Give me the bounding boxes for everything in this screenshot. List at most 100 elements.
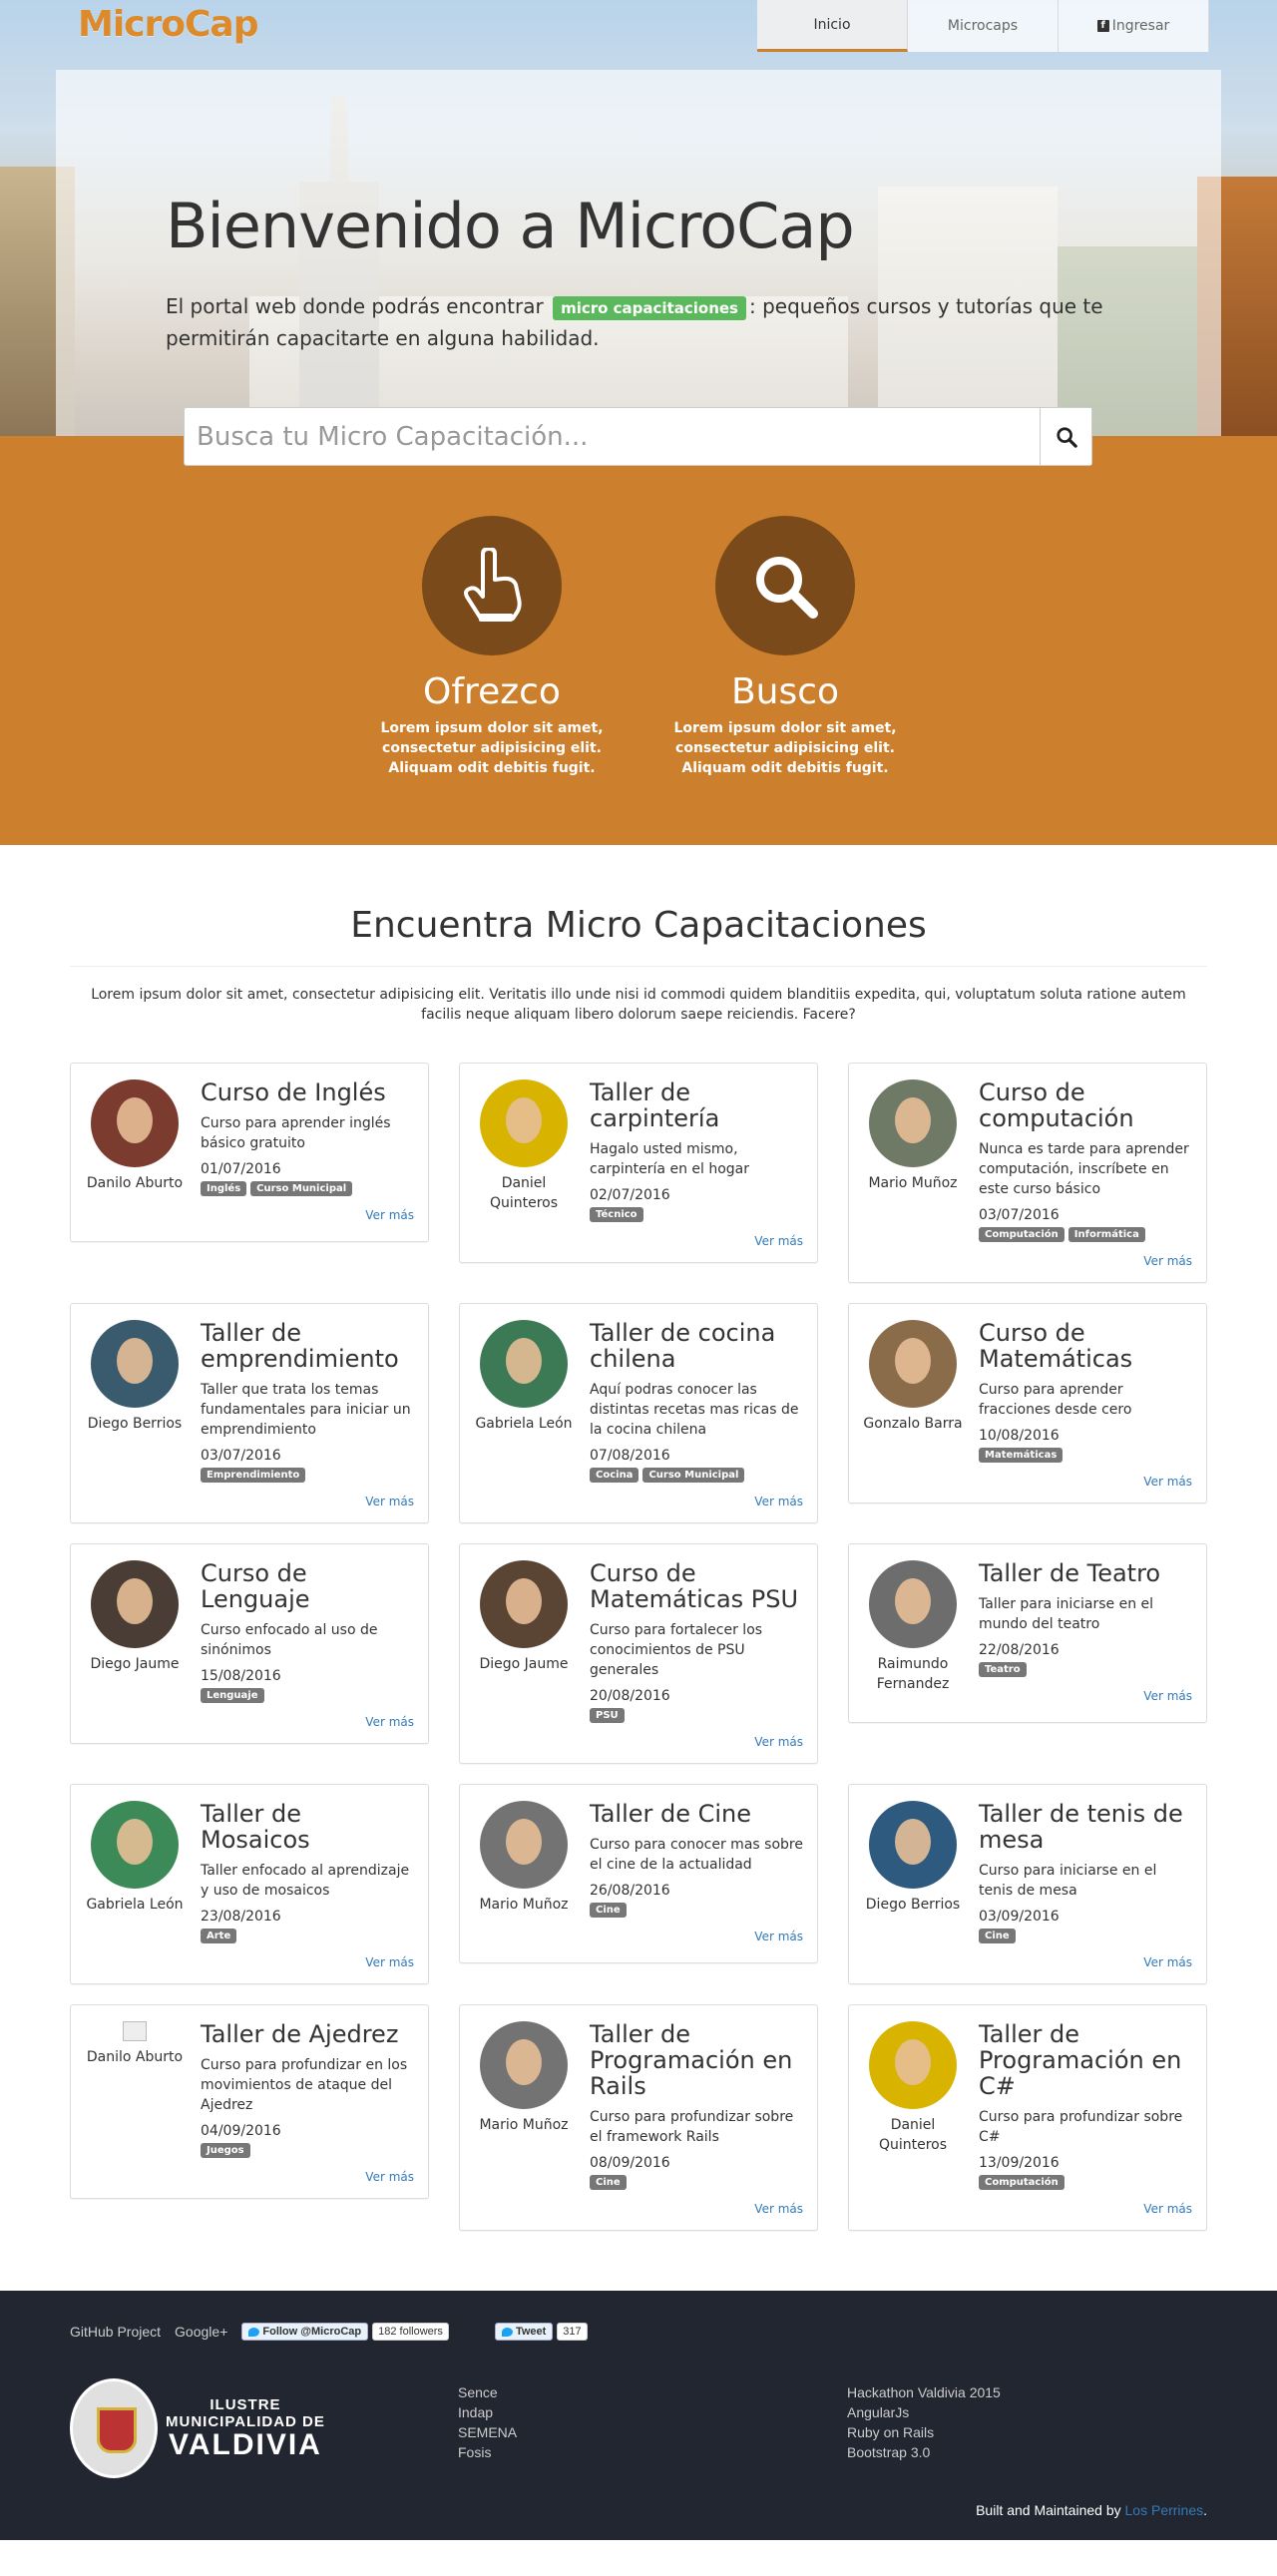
tag-badge: Teatro: [979, 1662, 1027, 1677]
courses-section: Encuentra Micro Capacitaciones Lorem ips…: [0, 845, 1277, 2291]
tag-badge: Matemáticas: [979, 1448, 1064, 1463]
course-title[interactable]: Taller de emprendimiento: [201, 1320, 414, 1372]
tag-badge: Lenguaje: [201, 1688, 264, 1703]
ver-mas-link[interactable]: Ver más: [979, 1475, 1192, 1489]
search-button[interactable]: [1040, 408, 1091, 465]
course-title[interactable]: Taller de Cine: [590, 1801, 803, 1827]
tag-badge: Curso Municipal: [250, 1181, 353, 1196]
course-title[interactable]: Curso de Lenguaje: [201, 1560, 414, 1612]
ver-mas-link[interactable]: Ver más: [979, 1689, 1192, 1703]
footer-link[interactable]: Indap: [458, 2402, 517, 2422]
nav-tab-inicio[interactable]: Inicio: [757, 0, 908, 52]
footer-link[interactable]: SEMENA: [458, 2422, 517, 2442]
course-card[interactable]: Diego Jaume Curso de Matemáticas PSU Curso…: [459, 1543, 818, 1764]
google-plus-link[interactable]: Google+: [175, 2324, 227, 2340]
footer-link[interactable]: AngularJs: [847, 2402, 1001, 2422]
course-description: Taller que trata los temas fundamentales…: [201, 1382, 411, 1438]
course-card[interactable]: Raimundo Fernandez Taller de Teatro Taller…: [848, 1543, 1207, 1723]
course-card[interactable]: Daniel Quinteros Taller de Programación e…: [848, 2004, 1207, 2231]
course-author: Danilo Aburto: [85, 1079, 185, 1227]
municipality-logo[interactable]: ILUSTRE MUNICIPALIDAD DE VALDIVIA: [70, 2378, 325, 2478]
twitter-follow-button[interactable]: Follow @MicroCap: [241, 2323, 369, 2341]
footer-link[interactable]: Hackathon Valdivia 2015: [847, 2382, 1001, 2402]
course-title[interactable]: Curso de Inglés: [201, 1079, 414, 1105]
course-info: Curso de Matemáticas PSU Curso para forta…: [590, 1560, 803, 1749]
feature-ofrezco[interactable]: Ofrezco Lorem ipsum dolor sit amet, cons…: [372, 516, 612, 778]
course-date: 22/08/2016: [979, 1642, 1060, 1658]
course-card[interactable]: Gabriela León Taller de cocina chilena Aqu…: [459, 1303, 818, 1523]
footer-link[interactable]: Ruby on Rails: [847, 2422, 1001, 2442]
avatar: [869, 1079, 957, 1167]
course-card[interactable]: Mario Muñoz Curso de computación Nunca es …: [848, 1063, 1207, 1283]
course-author: Gonzalo Barra: [863, 1320, 963, 1489]
tag-badge: Cine: [979, 1929, 1016, 1943]
footer-link[interactable]: Bootstrap 3.0: [847, 2442, 1001, 2462]
ver-mas-link[interactable]: Ver más: [590, 1930, 803, 1943]
course-card[interactable]: Daniel Quinteros Taller de carpintería Hag…: [459, 1063, 818, 1263]
author-name: Diego Jaume: [479, 1656, 569, 1672]
course-title[interactable]: Curso de Matemáticas: [979, 1320, 1192, 1372]
course-tags: Computación: [979, 2175, 1192, 2190]
ver-mas-link[interactable]: Ver más: [590, 1495, 803, 1508]
course-title[interactable]: Taller de Mosaicos: [201, 1801, 414, 1853]
course-card[interactable]: Danilo Aburto Taller de Ajedrez Curso para…: [70, 2004, 429, 2199]
course-title[interactable]: Taller de carpintería: [590, 1079, 803, 1131]
course-author: Diego Berrios: [863, 1801, 963, 1969]
course-card[interactable]: Mario Muñoz Taller de Programación en Rai…: [459, 2004, 818, 2231]
author-name: Danilo Aburto: [86, 2049, 184, 2065]
course-title[interactable]: Curso de computación: [979, 1079, 1192, 1131]
course-title[interactable]: Taller de Programación en C#: [979, 2021, 1192, 2099]
tag-badge: Informática: [1067, 1227, 1145, 1242]
course-card[interactable]: Diego Berrios Taller de tenis de mesa Curs…: [848, 1784, 1207, 1984]
tweet-button[interactable]: Tweet: [494, 2323, 554, 2341]
nav-tab-microcaps[interactable]: Microcaps: [908, 0, 1059, 52]
ver-mas-link[interactable]: Ver más: [590, 1735, 803, 1749]
course-card[interactable]: Danilo Aburto Curso de Inglés Curso para a…: [70, 1063, 429, 1242]
course-date: 08/09/2016: [590, 2155, 670, 2171]
hero-highlight-badge: micro capacitaciones: [553, 296, 746, 320]
avatar: [91, 1079, 179, 1167]
twitter-bird-icon: [501, 2327, 513, 2337]
course-card[interactable]: Gabriela León Taller de Mosaicos Taller en…: [70, 1784, 429, 1984]
footer: GitHub Project Google+ Follow @MicroCap …: [0, 2291, 1277, 2540]
course-card[interactable]: Diego Berrios Taller de emprendimiento Tal…: [70, 1303, 429, 1523]
course-card[interactable]: Gonzalo Barra Curso de Matemáticas Curso p…: [848, 1303, 1207, 1503]
built-by: Built and Maintained by Los Perrines.: [976, 2502, 1207, 2518]
feature-busco[interactable]: Busco Lorem ipsum dolor sit amet, consec…: [665, 516, 905, 778]
ver-mas-link[interactable]: Ver más: [201, 1715, 414, 1729]
github-link[interactable]: GitHub Project: [70, 2324, 161, 2340]
course-title[interactable]: Taller de Programación en Rails: [590, 2021, 803, 2099]
ver-mas-link[interactable]: Ver más: [201, 1208, 414, 1222]
hero-title: Bienvenido a MicroCap: [166, 190, 855, 262]
course-title[interactable]: Curso de Matemáticas PSU: [590, 1560, 803, 1612]
nav-tab-ingresar[interactable]: f Ingresar: [1059, 0, 1209, 52]
ver-mas-link[interactable]: Ver más: [590, 1234, 803, 1248]
author-name: Diego Berrios: [87, 1416, 183, 1432]
brand-logo[interactable]: MicroCap: [78, 4, 258, 45]
footer-link[interactable]: Sence: [458, 2382, 517, 2402]
muni-line: VALDIVIA: [169, 2428, 322, 2461]
course-tags: Cine: [590, 1903, 803, 1918]
course-card[interactable]: Mario Muñoz Taller de Cine Curso para cono…: [459, 1784, 818, 1963]
ver-mas-link[interactable]: Ver más: [201, 2170, 414, 2184]
avatar: [480, 2021, 568, 2109]
ver-mas-link[interactable]: Ver más: [979, 1955, 1192, 1969]
ver-mas-link[interactable]: Ver más: [590, 2202, 803, 2216]
course-author: Gabriela León: [85, 1801, 185, 1969]
built-link[interactable]: Los Perrines: [1125, 2502, 1204, 2518]
course-info: Curso de computación Nunca es tarde para …: [979, 1079, 1192, 1268]
course-title[interactable]: Taller de Teatro: [979, 1560, 1192, 1586]
course-card[interactable]: Diego Jaume Curso de Lenguaje Curso enfoca…: [70, 1543, 429, 1744]
course-tags: PSU: [590, 1708, 803, 1723]
search-input[interactable]: [185, 408, 1040, 465]
course-title[interactable]: Taller de tenis de mesa: [979, 1801, 1192, 1853]
footer-link[interactable]: Fosis: [458, 2442, 517, 2462]
course-title[interactable]: Taller de cocina chilena: [590, 1320, 803, 1372]
ver-mas-link[interactable]: Ver más: [201, 1955, 414, 1969]
ver-mas-link[interactable]: Ver más: [201, 1495, 414, 1508]
avatar: [480, 1801, 568, 1889]
ver-mas-link[interactable]: Ver más: [979, 2202, 1192, 2216]
ver-mas-link[interactable]: Ver más: [979, 1254, 1192, 1268]
hero-section: MicroCap Inicio Microcaps f Ingresar Bie…: [0, 0, 1277, 436]
course-title[interactable]: Taller de Ajedrez: [201, 2021, 414, 2047]
